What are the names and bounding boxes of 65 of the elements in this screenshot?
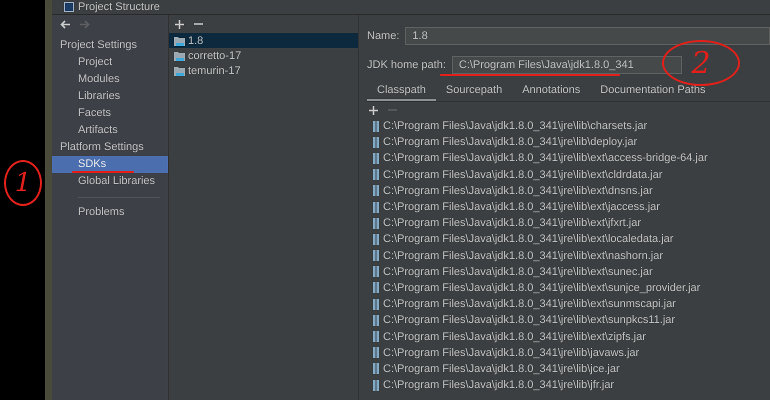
sidebar-item[interactable]: Modules (52, 71, 168, 88)
sdk-item[interactable]: corretto-17 (169, 48, 358, 63)
sidebar-item[interactable]: Project (52, 54, 168, 71)
annotation-circle: 2 (662, 40, 740, 86)
classpath-entry[interactable]: C:\Program Files\Java\jdk1.8.0_341\jre\lib\ext\sunpkcs11.jar (383, 314, 676, 326)
classpath-entry[interactable]: C:\Program Files\Java\jdk1.8.0_341\jre\lib\ext\jaccess.jar (383, 201, 660, 214)
library-icon (373, 298, 379, 310)
classpath-entry[interactable]: C:\Program Files\Java\jdk1.8.0_341\jre\lib\jfr.jar (383, 379, 614, 392)
section-heading: Project Settings (59, 38, 138, 53)
classpath-entry[interactable]: C:\Program Files\Java\jdk1.8.0_341\jre\lib\jce.jar (383, 362, 620, 375)
add-icon[interactable] (369, 106, 378, 114)
library-icon (373, 169, 379, 180)
library-icon (373, 380, 379, 391)
sidebar-item[interactable]: Problems (52, 204, 168, 221)
library-icon (373, 185, 379, 196)
field-label: JDK home path: (367, 59, 446, 71)
library-icon (373, 152, 379, 164)
library-icon (373, 218, 379, 229)
sidebar-item[interactable]: Global Libraries (52, 173, 168, 190)
sidebar-item[interactable]: Facets (52, 105, 168, 122)
folder-icon (174, 50, 185, 60)
classpath-entry[interactable]: C:\Program Files\Java\jdk1.8.0_341\jre\lib\ext\jfxrt.jar (383, 217, 641, 230)
library-icon (373, 282, 379, 294)
classpath-entry[interactable]: C:\Program Files\Java\jdk1.8.0_341\jre\lib\ext\localedata.jar (383, 233, 674, 246)
sidebar-item[interactable]: Libraries (52, 88, 168, 105)
classpath-entry[interactable]: C:\Program Files\Java\jdk1.8.0_341\jre\lib\charsets.jar (383, 120, 648, 132)
path-field[interactable]: C:\Program Files\Java\jdk1.8.0_341 (452, 56, 682, 74)
tab[interactable]: Annotations (512, 81, 590, 101)
sdk-item[interactable]: 1.8 (169, 33, 358, 48)
field-label: Name: (367, 30, 400, 42)
library-icon (373, 363, 379, 374)
app-icon (64, 2, 74, 12)
library-icon (373, 347, 379, 358)
library-icon (373, 314, 379, 326)
classpath-entry[interactable]: C:\Program Files\Java\jdk1.8.0_341\jre\lib\ext\sunmscapi.jar (383, 298, 676, 310)
folder-icon (174, 36, 185, 46)
classpath-entry[interactable]: C:\Program Files\Java\jdk1.8.0_341\jre\lib\javaws.jar (383, 346, 640, 359)
classpath-entry[interactable]: C:\Program Files\Java\jdk1.8.0_341\jre\lib\ext\dnsns.jar (383, 184, 653, 197)
classpath-entry[interactable]: C:\Program Files\Java\jdk1.8.0_341\jre\lib\ext\cldrdata.jar (383, 168, 662, 181)
name-field[interactable]: 1.8 (405, 27, 770, 45)
tab[interactable]: Sourcepath (436, 81, 512, 101)
classpath-entry[interactable]: C:\Program Files\Java\jdk1.8.0_341\jre\lib\ext\sunec.jar (383, 266, 653, 278)
tab[interactable]: Classpath (367, 81, 436, 101)
sidebar-item[interactable]: Artifacts (52, 122, 168, 139)
add-icon[interactable] (175, 20, 184, 28)
classpath-entry[interactable]: C:\Program Files\Java\jdk1.8.0_341\jre\lib\ext\nashorn.jar (383, 250, 664, 262)
library-icon (373, 250, 379, 262)
annotation-circle: 1 (4, 160, 42, 206)
library-icon (373, 234, 379, 245)
back-arrow-icon[interactable] (60, 20, 71, 28)
underline-mark (72, 171, 134, 173)
library-icon (373, 331, 379, 342)
classpath-entry[interactable]: C:\Program Files\Java\jdk1.8.0_341\jre\lib\ext\zipfs.jar (383, 330, 646, 343)
library-icon (373, 120, 379, 132)
folder-icon (174, 66, 185, 76)
classpath-entry[interactable]: C:\Program Files\Java\jdk1.8.0_341\jre\lib\ext\sunjce_provider.jar (383, 282, 700, 294)
library-icon (373, 202, 379, 213)
library-icon (373, 266, 379, 278)
library-icon (373, 136, 379, 148)
classpath-entry[interactable]: C:\Program Files\Java\jdk1.8.0_341\jre\lib\deploy.jar (383, 136, 638, 148)
section-heading: Platform Settings (59, 140, 145, 155)
window-title: Project Structure (78, 0, 160, 14)
sidebar-item[interactable]: SDKs (52, 156, 168, 173)
classpath-entry[interactable]: C:\Program Files\Java\jdk1.8.0_341\jre\lib\ext\access-bridge-64.jar (383, 152, 708, 164)
sdk-item[interactable]: temurin-17 (169, 63, 358, 78)
